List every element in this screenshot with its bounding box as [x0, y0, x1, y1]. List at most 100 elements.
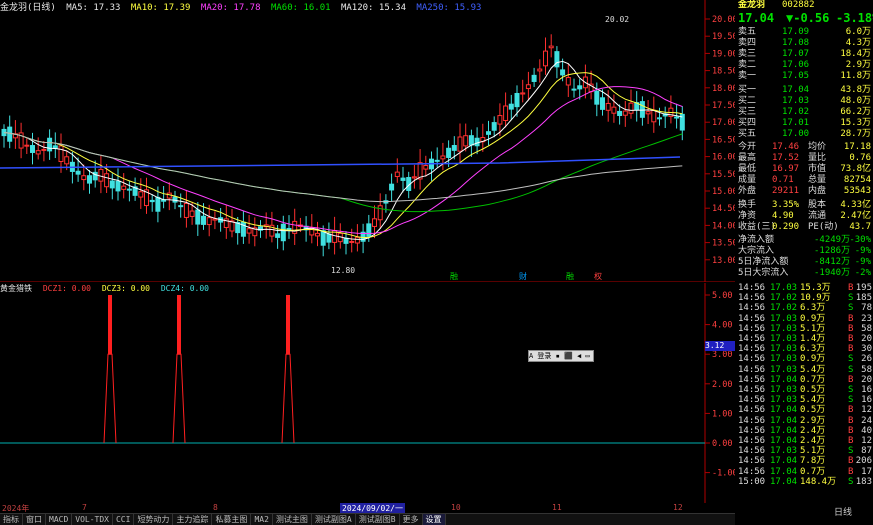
sell-label: 卖四	[738, 38, 757, 48]
ind-y-tick-label: 2.00	[712, 380, 732, 390]
signal-spike	[103, 353, 117, 444]
tab-6[interactable]: 主力追踪	[173, 514, 213, 525]
stat-value-2: 82754	[843, 175, 871, 185]
stat-label-1: 最高	[738, 153, 757, 163]
tab-0[interactable]: 指标	[0, 514, 23, 525]
quote-row: 最低 16.97 市值 73.8亿	[736, 164, 873, 175]
candle-body	[486, 131, 491, 135]
y-tick-label: 15.00	[712, 187, 735, 197]
tab-2[interactable]: MACD	[46, 514, 73, 525]
stat2-label-2: 流通	[808, 211, 827, 221]
candle-body	[571, 88, 577, 91]
stat2-value-1: 0.290	[772, 222, 800, 232]
buy-label: 买二	[738, 96, 757, 106]
tab-12[interactable]: 更多	[400, 514, 423, 525]
sell-volume: 4.3万	[845, 38, 871, 48]
tab-13[interactable]: 设置	[422, 514, 446, 525]
floating-toolbar[interactable]: A 登录 ▪ ⬛ ◀ ▭	[528, 350, 594, 362]
ma60-label: MA60: 16.01	[270, 3, 331, 13]
sell-volume: 6.0万	[845, 27, 871, 37]
tab-11[interactable]: 测试副图B	[356, 514, 400, 525]
event-mark-1[interactable]: 融	[449, 272, 459, 282]
tab-7[interactable]: 私募主图	[212, 514, 252, 525]
x-label-dec: 12	[673, 503, 683, 512]
y-tick-label: 19.50	[712, 32, 735, 42]
low-price-label: 12.80	[331, 266, 356, 275]
candle-body	[24, 144, 30, 147]
tick-count: 183	[855, 476, 872, 487]
stat2-value-1: 4.90	[772, 211, 794, 221]
stat-label-2: 总量	[808, 175, 827, 185]
stat2-label-1: 净资	[738, 211, 757, 221]
tab-8[interactable]: MA2	[251, 514, 273, 525]
candle-body	[7, 126, 13, 142]
candle-body	[565, 77, 571, 86]
quote-row: 大宗流入 -1286万 -9%	[736, 246, 873, 257]
tab-10[interactable]: 测试副图A	[312, 514, 356, 525]
candle-body	[195, 209, 201, 225]
candle-body	[651, 109, 657, 123]
candle-body	[622, 110, 628, 116]
period-label[interactable]: 日线	[834, 508, 852, 519]
candle-body	[434, 159, 440, 162]
candle-body	[543, 50, 548, 67]
sell-volume: 18.4万	[840, 49, 871, 59]
event-mark-2[interactable]: 财	[518, 272, 528, 282]
candle-body	[394, 171, 400, 178]
indicator-tab-bar: 指标 窗口 MACD VOL-TDX CCI 短势动力 主力追踪 私募主图 MA2 测试主图 测试副…	[0, 513, 735, 525]
sell-price: 17.09	[782, 27, 810, 37]
candle-body	[468, 135, 474, 146]
sell-label: 卖一	[738, 71, 757, 81]
event-mark-4[interactable]: 权	[593, 272, 603, 282]
candle-body	[206, 217, 212, 226]
ind-y-tick-label: 3.00	[712, 350, 732, 360]
event-mark-3-text: 融	[566, 272, 574, 281]
quote-row: 换手 3.35% 股本 4.33亿	[736, 200, 873, 211]
ind-y-tick-label: 1.00	[712, 409, 732, 419]
candle-body	[577, 85, 583, 90]
candle-body	[81, 175, 87, 181]
quote-row: 买四 17.01 15.3万	[736, 118, 873, 129]
quote-row: 外盘 29211 内盘 53543	[736, 186, 873, 197]
candle-body	[104, 173, 110, 188]
tab-5[interactable]: 短势动力	[134, 514, 174, 525]
y-tick-label: 18.50	[712, 67, 735, 77]
tab-3[interactable]: VOL-TDX	[72, 514, 113, 525]
quote-row: 买一 17.04 43.8万	[736, 85, 873, 96]
x-label-jul: 7	[82, 503, 87, 512]
event-mark-4-text: 权	[594, 272, 602, 281]
candlestick-chart[interactable]: 20.00 19.50 19.00 18.50 18.00 17.50 17.00 16.50…	[0, 0, 735, 282]
current-price: 17.04	[738, 11, 775, 25]
candle-body	[315, 232, 320, 237]
quote-panel: 金龙羽 002882 17.04 ▼-0.56 -3.18% 日线 卖五17.0…	[736, 0, 873, 524]
quote-row: 卖一 17.05 11.8万	[736, 71, 873, 82]
buy-volume: 43.8万	[840, 85, 871, 95]
candle-body	[149, 199, 155, 203]
flow-label: 大宗流入	[738, 246, 775, 256]
tab-4[interactable]: CCI	[113, 514, 135, 525]
candle-body	[560, 69, 566, 76]
candle-body	[349, 240, 355, 243]
candle-body	[98, 168, 104, 182]
ind-y-tick-label: 0.00	[712, 439, 732, 449]
stat2-label-2: 股本	[808, 200, 827, 210]
stock-chart-app: 20.00 19.50 19.00 18.50 18.00 17.50 17.00 16.50…	[0, 0, 873, 525]
buy-price: 17.03	[782, 96, 810, 106]
candle-body	[377, 205, 383, 221]
stat-label-1: 外盘	[738, 186, 757, 196]
quote-row: 卖二 17.06 2.9万	[736, 60, 873, 71]
candle-body	[628, 102, 634, 114]
candle-body	[605, 102, 611, 111]
event-mark-3[interactable]: 融	[565, 272, 575, 282]
ma-line	[3, 72, 683, 239]
quote-row: 卖三 17.07 18.4万	[736, 49, 873, 60]
flow-pct: -30%	[849, 235, 871, 245]
stat2-value-2: 2.47亿	[840, 211, 871, 221]
indicator-chart[interactable]: 5.00 4.00 3.00 2.00 1.00 0.00 -1.00	[0, 283, 735, 503]
tick-time: 15:00	[738, 476, 766, 487]
flow-pct: -9%	[854, 257, 871, 267]
stat-label-2: 均价	[808, 142, 827, 152]
tab-1[interactable]: 窗口	[23, 514, 46, 525]
tab-9[interactable]: 测试主图	[273, 514, 312, 525]
quote-row: 今开 17.46 均价 17.18	[736, 142, 873, 153]
